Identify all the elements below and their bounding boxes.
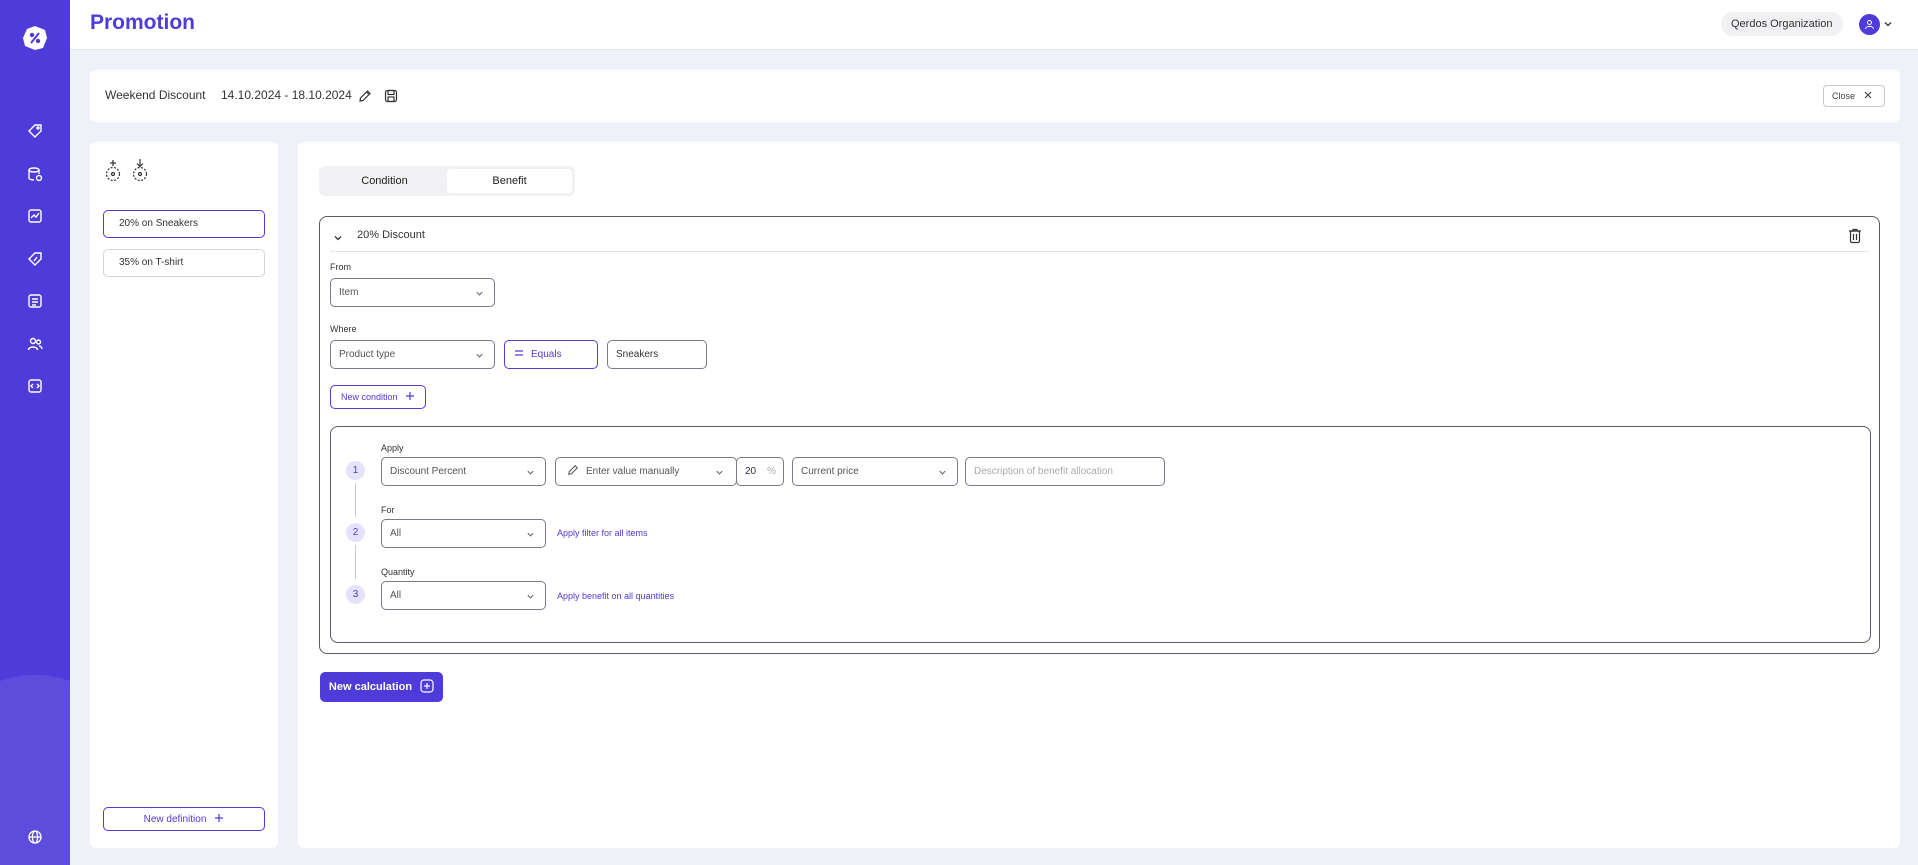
- where-label: Where: [330, 324, 357, 334]
- organization-selector[interactable]: Qerdos Organization: [1721, 12, 1843, 36]
- new-calculation-button[interactable]: New calculation: [320, 672, 443, 702]
- from-select[interactable]: Item: [330, 278, 495, 307]
- where-value-input[interactable]: Sneakers: [607, 340, 707, 369]
- promotion-dates: 14.10.2024 - 18.10.2024: [221, 88, 352, 102]
- operator-value: Equals: [531, 349, 562, 360]
- step-badge-1: 1: [346, 461, 365, 480]
- discount-value: 20: [745, 466, 757, 477]
- delete-trash-icon[interactable]: [1848, 228, 1862, 247]
- new-condition-button[interactable]: New condition: [330, 385, 426, 409]
- step-connector: [355, 483, 356, 517]
- for-label: For: [381, 505, 395, 515]
- edit-pencil-icon[interactable]: [356, 87, 374, 105]
- nav-users-icon[interactable]: [25, 334, 45, 354]
- nav-promotions-icon[interactable]: [25, 121, 45, 141]
- for-value: All: [390, 528, 402, 539]
- apply-filter-link[interactable]: Apply filter for all items: [557, 528, 648, 538]
- nav-database-icon[interactable]: [25, 164, 45, 184]
- tab-switcher: Condition Benefit: [319, 166, 575, 196]
- chevron-down-icon: [526, 468, 535, 480]
- nav-reports-icon[interactable]: [25, 206, 45, 226]
- avatar[interactable]: [1859, 14, 1880, 35]
- operator-select[interactable]: Equals: [504, 340, 598, 369]
- import-definition-icon[interactable]: [129, 158, 151, 182]
- calculation-title: 20% Discount: [357, 229, 425, 241]
- quantity-label: Quantity: [381, 567, 415, 577]
- pencil-icon: [567, 464, 579, 479]
- definition-item-tshirt[interactable]: 35% on T-shirt: [103, 249, 265, 277]
- for-select[interactable]: All: [381, 519, 546, 548]
- promotion-bar: Weekend Discount 14.10.2024 - 18.10.2024…: [90, 70, 1900, 122]
- description-input[interactable]: Description of benefit allocation: [965, 457, 1165, 486]
- user-menu[interactable]: [1859, 14, 1893, 35]
- quantity-value: All: [390, 590, 402, 601]
- calculation-card: 20% Discount From Item Where Product typ…: [319, 216, 1880, 654]
- top-header: Promotion Qerdos Organization: [70, 0, 1918, 50]
- apply-quantities-link[interactable]: Apply benefit on all quantities: [557, 591, 674, 601]
- apply-label: Apply: [381, 443, 404, 453]
- nav-list-icon[interactable]: [25, 291, 45, 311]
- chevron-down-icon: [526, 592, 535, 604]
- new-condition-label: New condition: [341, 392, 398, 402]
- page-title: Promotion: [90, 11, 195, 34]
- where-field-value: Product type: [339, 349, 396, 360]
- nav-code-icon[interactable]: [25, 376, 45, 396]
- quantity-select[interactable]: All: [381, 581, 546, 610]
- price-basis-select[interactable]: Current price: [792, 457, 958, 486]
- close-icon: [1863, 90, 1873, 102]
- collapse-chevron-icon[interactable]: [333, 232, 343, 246]
- chevron-down-icon: [475, 289, 484, 301]
- save-icon[interactable]: [382, 87, 400, 105]
- chevron-down-icon: [526, 530, 535, 542]
- percent-unit: %: [767, 466, 776, 477]
- tab-benefit[interactable]: Benefit: [447, 169, 572, 193]
- close-button[interactable]: Close: [1823, 85, 1885, 107]
- new-definition-button[interactable]: New definition: [103, 807, 265, 831]
- apply-type-value: Discount Percent: [390, 466, 467, 477]
- plus-square-icon: [420, 678, 434, 696]
- price-basis-value: Current price: [801, 466, 859, 477]
- calculation-header[interactable]: 20% Discount: [330, 225, 1869, 252]
- main-panel: Condition Benefit 20% Discount From Item…: [298, 142, 1900, 848]
- language-globe-icon[interactable]: [25, 827, 45, 847]
- value-mode-label: Enter value manually: [586, 466, 680, 477]
- chevron-down-icon[interactable]: [1883, 18, 1893, 32]
- plus-icon: [405, 391, 415, 403]
- benefit-box: 1 2 3 Apply Discount Percent Enter value…: [330, 426, 1871, 643]
- chevron-down-icon: [715, 468, 724, 480]
- where-field-select[interactable]: Product type: [330, 340, 495, 369]
- chevron-down-icon: [475, 351, 484, 363]
- nav-coupons-icon[interactable]: [25, 249, 45, 269]
- apply-type-select[interactable]: Discount Percent: [381, 457, 546, 486]
- close-label: Close: [1832, 91, 1856, 101]
- app-logo-icon[interactable]: [21, 24, 49, 52]
- side-rail: [0, 0, 70, 865]
- value-mode-select[interactable]: Enter value manually: [555, 457, 737, 486]
- definition-item-sneakers[interactable]: 20% on Sneakers: [103, 210, 265, 238]
- from-value: Item: [339, 287, 359, 298]
- plus-icon: [214, 813, 224, 826]
- new-calculation-label: New calculation: [328, 681, 413, 693]
- chevron-down-icon: [938, 468, 947, 480]
- definitions-panel: 20% on Sneakers 35% on T-shirt New defin…: [90, 142, 278, 848]
- from-label: From: [330, 262, 351, 272]
- discount-value-input[interactable]: 20 %: [736, 457, 784, 486]
- step-connector: [355, 545, 356, 579]
- equals-icon: [514, 349, 524, 360]
- promotion-name: Weekend Discount: [105, 88, 206, 102]
- add-definition-icon[interactable]: [102, 158, 124, 182]
- new-definition-label: New definition: [143, 813, 207, 825]
- tab-condition[interactable]: Condition: [322, 169, 447, 193]
- step-badge-3: 3: [346, 585, 365, 604]
- step-badge-2: 2: [346, 523, 365, 542]
